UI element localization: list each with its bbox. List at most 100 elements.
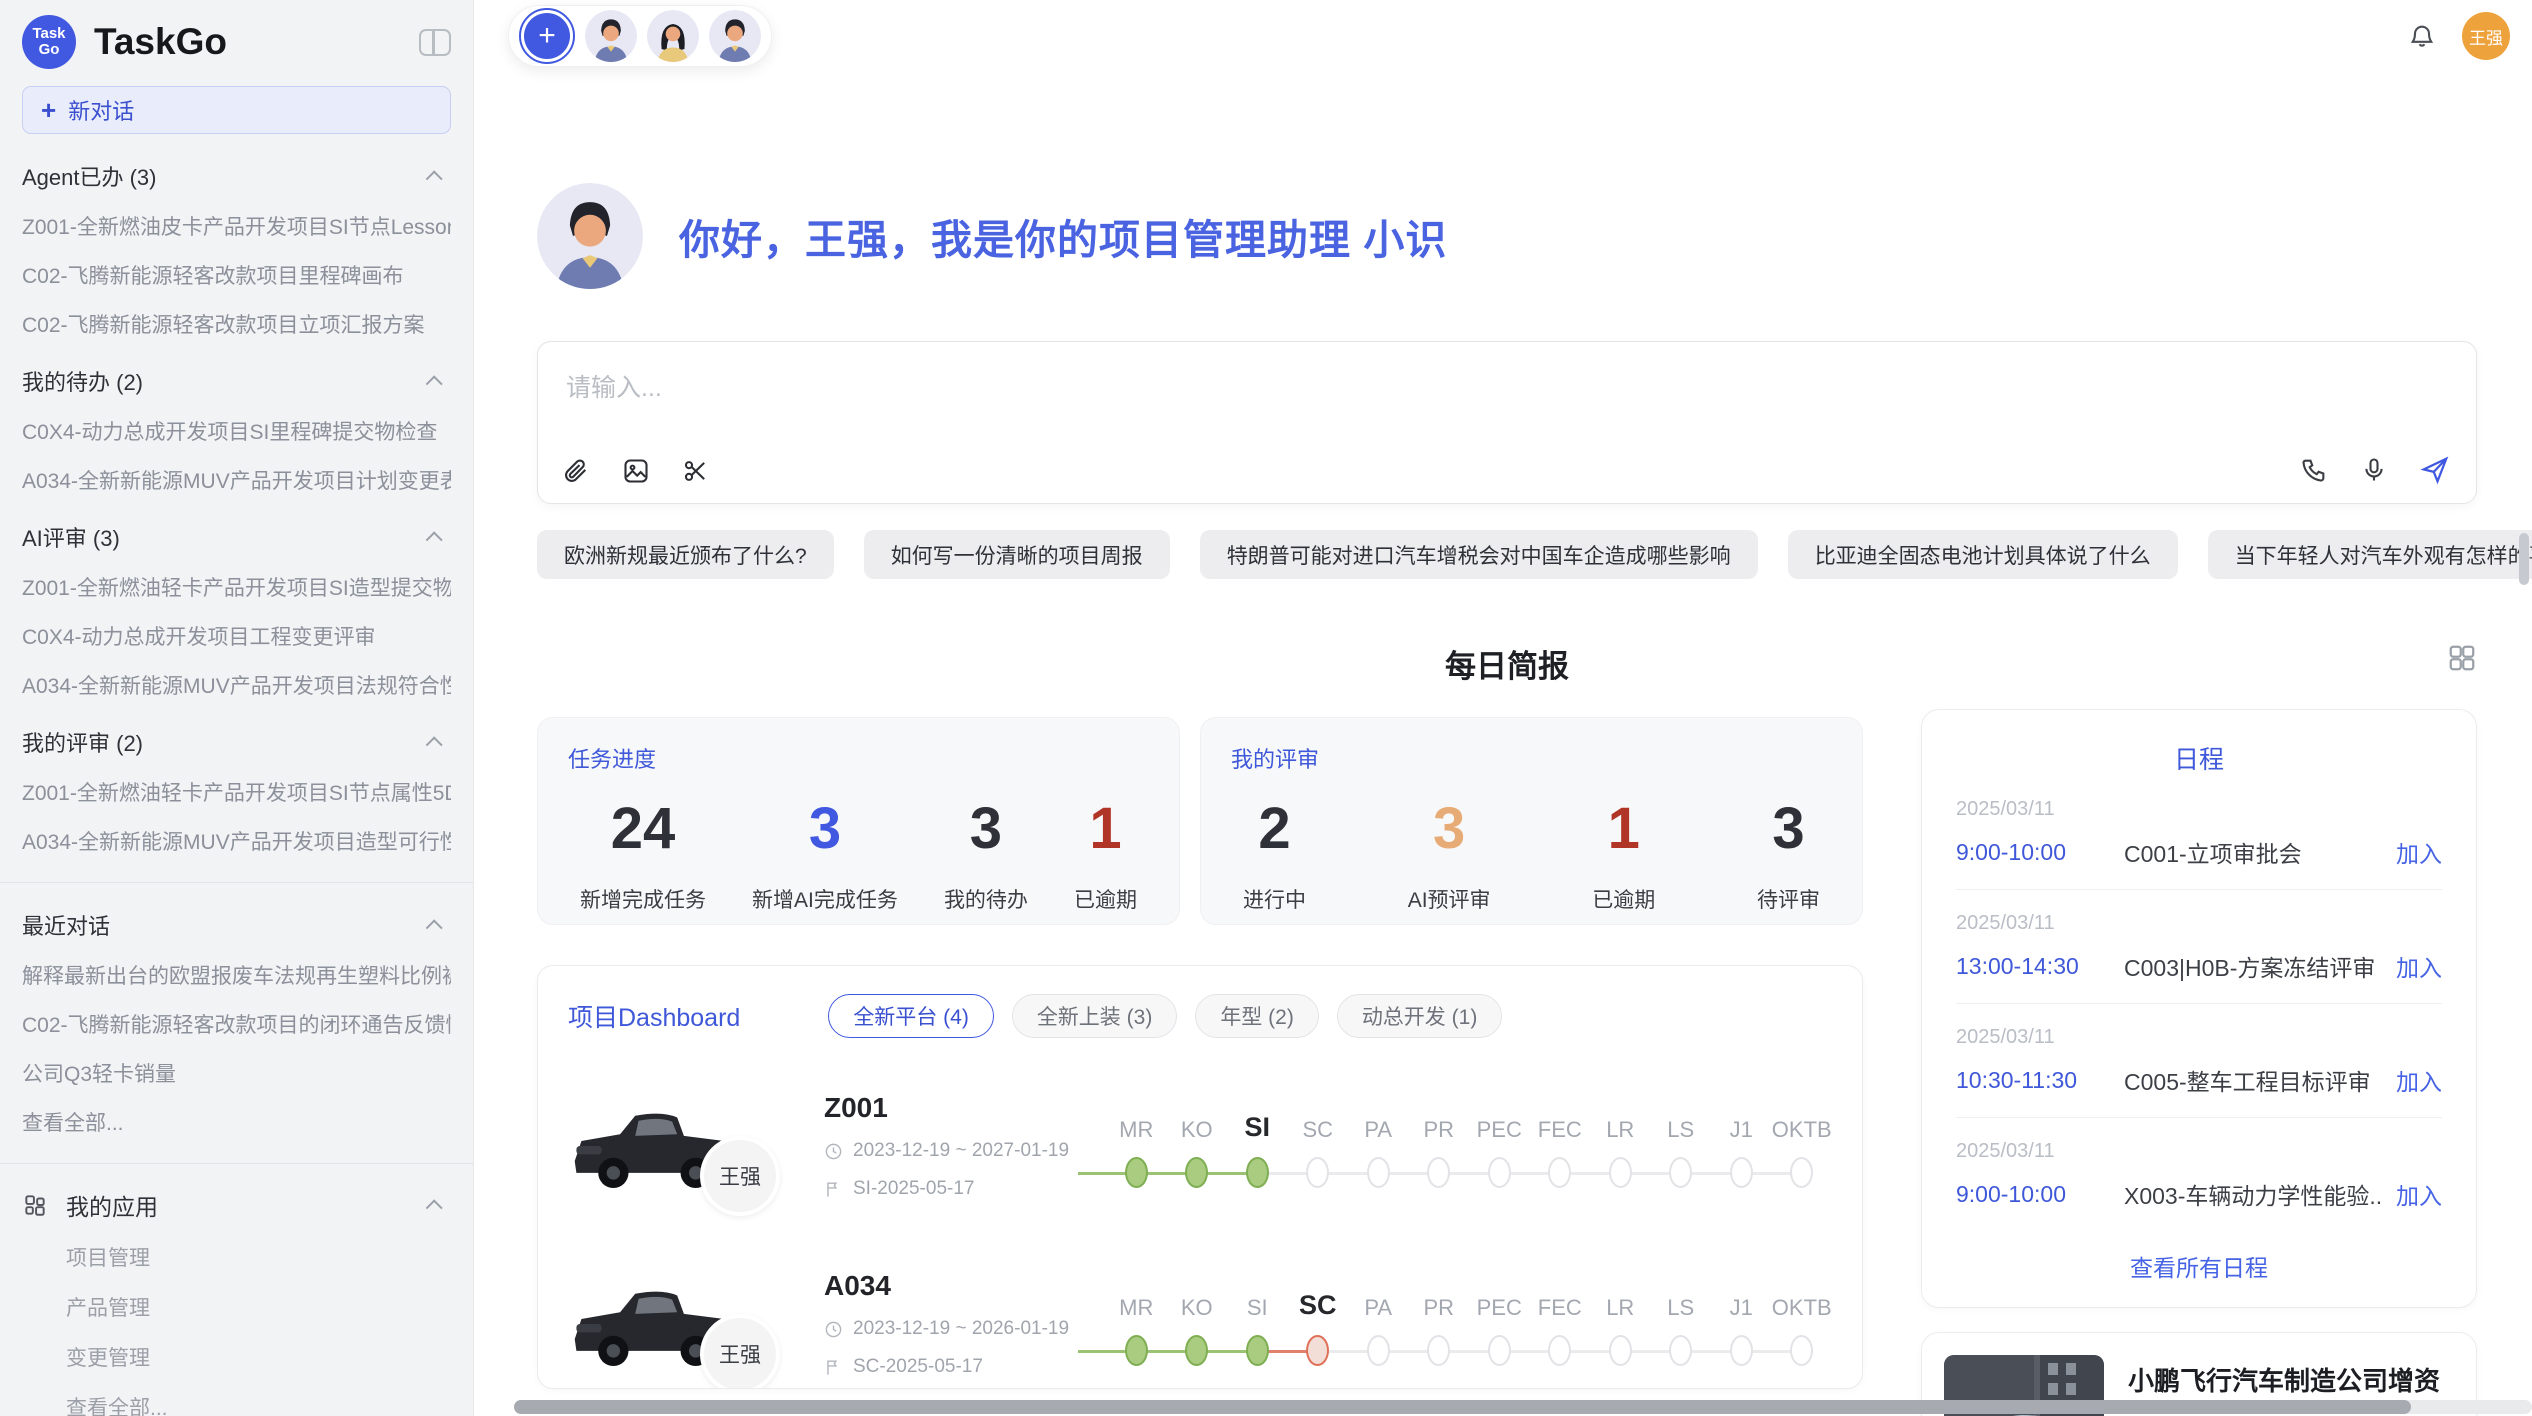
project-flag-text: SC-2025-05-17 [853,1356,983,1378]
sidebar-conversation-item[interactable]: A034-全新新能源MUV产品开发项目计划变更表编写 [22,465,451,495]
agent-avatar-3[interactable] [709,10,761,62]
assistant-avatar [537,183,643,289]
suggestion-chip[interactable]: 欧洲新规最近颁布了什么? [537,530,834,579]
recent-conversation-item[interactable]: 解释最新出台的欧盟报废车法规再生塑料比例被调至15%... [22,960,451,990]
schedule-card: 日程 2025/03/119:00-10:00C001-立项审批会加入2025/… [1921,709,2477,1308]
dashboard-tab[interactable]: 全新上装 (3) [1012,994,1178,1038]
event-row: 13:00-14:30C003|H0B-方案冻结评审加入 [1956,949,2442,983]
milestone: LS [1651,1283,1712,1366]
event-time: 10:30-11:30 [1956,1067,2124,1094]
sidebar-conversation-item[interactable]: C02-飞腾新能源轻客改款项目立项汇报方案 [22,309,451,339]
milestone: LS [1651,1105,1712,1188]
vertical-scrollbar-thumb[interactable] [2519,533,2529,585]
stat-value: 1 [1089,796,1121,862]
dashboard-tab[interactable]: 动总开发 (1) [1337,994,1503,1038]
dashboard-header: 项目Dashboard 全新平台 (4)全新上装 (3)年型 (2)动总开发 (… [568,994,1832,1038]
horizontal-scrollbar[interactable] [514,1400,2532,1414]
stat-value: 3 [1772,796,1804,862]
suggestion-chip[interactable]: 如何写一份清晰的项目周报 [864,530,1170,579]
event-list: 2025/03/119:00-10:00C001-立项审批会加入2025/03/… [1956,776,2442,1231]
horizontal-scrollbar-thumb[interactable] [514,1400,2411,1414]
chevron-up-icon[interactable] [426,531,443,548]
milestone: FEC [1530,1283,1591,1366]
view-all-schedule-link[interactable]: 查看所有日程 [1956,1249,2442,1283]
sidebar-conversation-item[interactable]: C0X4-动力总成开发项目工程变更评审 [22,621,451,651]
agent-avatar-1[interactable] [585,10,637,62]
add-agent-button[interactable]: + [519,8,575,64]
event-date: 2025/03/11 [1956,1026,2442,1049]
join-link[interactable]: 加入 [2396,1177,2442,1211]
send-icon[interactable] [2420,455,2450,485]
sidebar-item-my-apps[interactable]: 我的应用 [22,1188,451,1222]
sidebar-conversation-item[interactable]: Z001-全新燃油轻卡产品开发项目SI节点属性5D文件评审 [22,777,451,807]
milestone-dot [1790,1335,1813,1366]
project-name: A034 [824,1270,1100,1302]
milestone-dot [1669,1335,1692,1366]
dashboard-tab[interactable]: 全新平台 (4) [828,994,994,1038]
milestone-dot [1790,1157,1813,1188]
chevron-up-icon[interactable] [426,375,443,392]
event-time: 9:00-10:00 [1956,839,2124,866]
app-link[interactable]: 产品管理 [66,1292,451,1322]
dashboard-tab[interactable]: 年型 (2) [1195,994,1319,1038]
milestone-dot [1306,1335,1329,1366]
chevron-up-icon[interactable] [426,919,443,936]
clock-icon [824,1320,843,1339]
topbar-right: 王强 [2408,12,2510,60]
recent-conversation-item[interactable]: 公司Q3轻卡销量 [22,1058,451,1088]
stat-value: 3 [1433,796,1465,862]
project-dates: 2023-12-19 ~ 2027-01-19 [824,1140,1100,1162]
sidebar-conversation-item[interactable]: A034-全新新能源MUV产品开发项目造型可行性评审 [22,826,451,856]
app-link[interactable]: 查看全部... [66,1392,451,1416]
sidebar-conversation-item[interactable]: Z001-全新燃油轻卡产品开发项目SI造型提交物评审 [22,572,451,602]
milestone-label: LS [1667,1285,1694,1321]
suggestion-chip[interactable]: 特朗普可能对进口汽车增税会对中国车企造成哪些影响 [1200,530,1758,579]
collapse-sidebar-icon[interactable] [419,29,451,56]
event-row: 10:30-11:30C005-整车工程目标评审加入 [1956,1063,2442,1097]
recent-section-header: 最近对话 [22,909,451,941]
user-avatar[interactable]: 王强 [2462,12,2510,60]
project-thumbnail: 王强 [568,1094,798,1198]
sidebar-conversation-item[interactable]: C02-飞腾新能源轻客改款项目里程碑画布 [22,260,451,290]
chat-composer[interactable]: 请输入... [537,341,2477,504]
milestone: J1 [1711,1283,1772,1366]
join-link[interactable]: 加入 [2396,835,2442,869]
chevron-up-icon[interactable] [426,170,443,187]
chevron-up-icon[interactable] [426,736,443,753]
new-chat-button[interactable]: + 新对话 [22,86,451,134]
join-link[interactable]: 加入 [2396,1063,2442,1097]
milestone-dot [1427,1157,1450,1188]
app-link[interactable]: 项目管理 [66,1242,451,1272]
suggestion-chip[interactable]: 比亚迪全固态电池计划具体说了什么 [1788,530,2178,579]
scissors-icon[interactable] [682,457,710,485]
sidebar-conversation-item[interactable]: A034-全新新能源MUV产品开发项目法规符合性评审 [22,670,451,700]
clock-icon [824,1142,843,1161]
milestone: MR [1106,1105,1167,1188]
sidebar-conversation-item[interactable]: C0X4-动力总成开发项目SI里程碑提交物检查 [22,416,451,446]
image-icon[interactable] [622,457,650,485]
phone-call-icon[interactable] [2300,456,2328,484]
flag-icon [824,1358,843,1377]
divider [0,1163,473,1164]
milestone-label: FEC [1538,1107,1582,1143]
milestone-label: SI [1244,1107,1270,1143]
recent-conversation-item[interactable]: C02-飞腾新能源轻客改款项目的闭环通告反馈情况 [22,1009,451,1039]
suggestion-chip[interactable]: 当下年轻人对汽车外观有怎样的喜好趋势 [2208,530,2532,579]
app-link[interactable]: 变更管理 [66,1342,451,1372]
view-all-conversations-link[interactable]: 查看全部... [22,1107,451,1137]
join-link[interactable]: 加入 [2396,949,2442,983]
attachment-icon[interactable] [562,457,590,485]
microphone-icon[interactable] [2360,456,2388,484]
milestone: J1 [1711,1105,1772,1188]
sidebar-conversation-item[interactable]: Z001-全新燃油皮卡产品开发项目SI节点Lesson Learn报告 [22,211,451,241]
agent-avatar-2[interactable] [647,10,699,62]
greeting-text: 你好，王强，我是你的项目管理助理 小识 [679,206,1447,266]
layout-grid-icon[interactable] [2447,643,2477,673]
notifications-bell-icon[interactable] [2408,22,2436,50]
sidebar-section-title: Agent已办 (3) [22,160,157,192]
milestone-dot [1488,1335,1511,1366]
milestone-dot [1427,1335,1450,1366]
logo-text-2: Go [39,42,60,58]
sidebar-header: Task Go TaskGo [22,14,451,70]
stat: 3待评审 [1757,796,1820,914]
